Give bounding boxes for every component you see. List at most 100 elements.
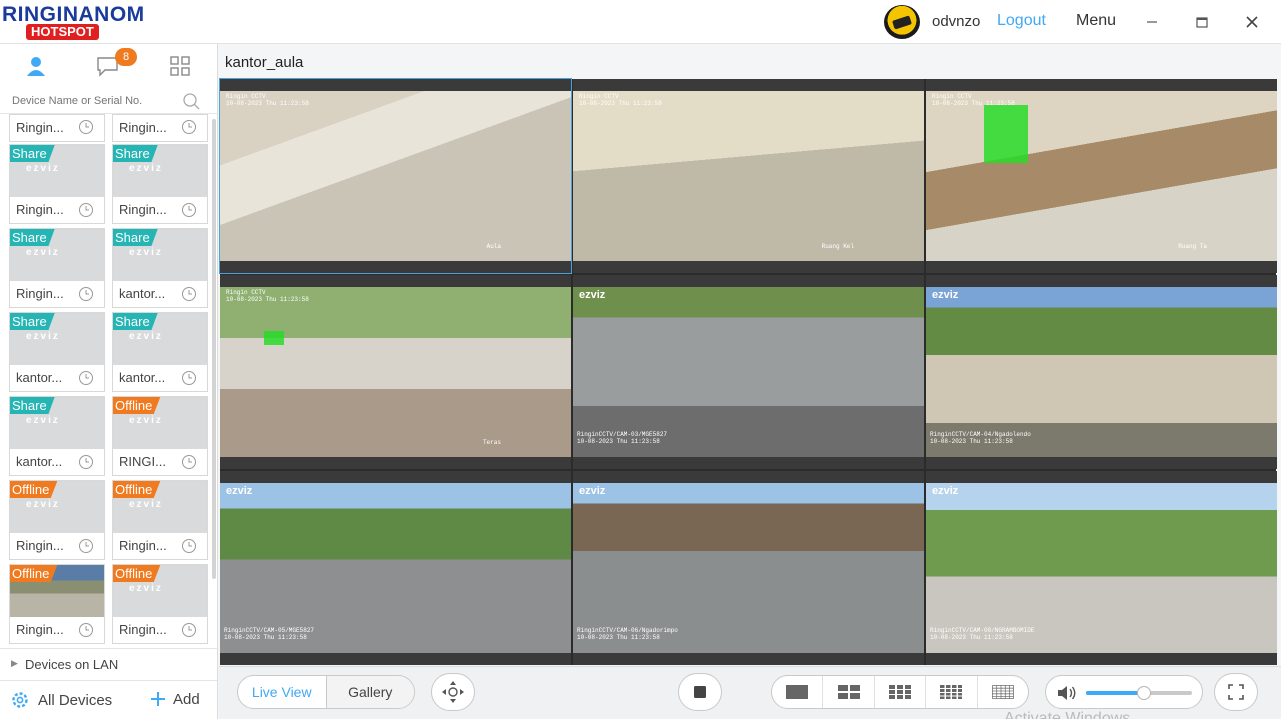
device-card[interactable]: ezviz Share kantor... xyxy=(9,396,105,476)
camera-tile[interactable]: Ringin CCTV 10-08-2023 Thu 11:23:58 Teras xyxy=(220,275,571,469)
playback-clock-icon[interactable] xyxy=(78,202,94,218)
camera-tile[interactable]: Ringin CCTV 10-08-2023 Thu 11:23:58 Aula xyxy=(219,78,572,274)
sidebar-tabs: 8 xyxy=(0,44,218,86)
username: odvnzo xyxy=(932,13,981,30)
stop-all-button[interactable] xyxy=(678,673,722,711)
device-thumbnail: Offline xyxy=(10,565,104,617)
camera-tile[interactable]: Ringin CCTV 10-08-2023 Thu 11:23:58 Ruang… xyxy=(926,79,1277,273)
device-card[interactable]: ezviz Share Ringin... xyxy=(112,144,208,224)
device-card[interactable]: ezviz Share kantor... xyxy=(112,312,208,392)
status-badge: Share xyxy=(113,145,158,162)
chevron-right-icon: ▶ xyxy=(11,658,18,668)
sidebar-footer: All Devices Add xyxy=(0,680,217,719)
search-icon[interactable] xyxy=(182,92,200,110)
menu-button[interactable]: Menu xyxy=(1076,12,1116,30)
add-device-button[interactable]: Add xyxy=(149,690,200,708)
camera-tile[interactable]: ezviz RinginCCTV/CAM-03/MGE5827 10-08-202… xyxy=(573,275,924,469)
playback-clock-icon[interactable] xyxy=(78,119,94,135)
camera-osd-label: RinginCCTV/CAM-05/MGE5827 10-08-2023 Thu… xyxy=(224,627,315,641)
device-card[interactable]: ezviz Share kantor... xyxy=(9,312,105,392)
tab-devices[interactable] xyxy=(16,52,56,80)
camera-osd-label: Ruang Kel xyxy=(821,243,854,250)
device-thumbnail: ezviz Offline xyxy=(10,481,104,533)
playback-clock-icon[interactable] xyxy=(181,286,197,302)
camera-osd-label: Teras xyxy=(482,439,501,446)
status-badge: Share xyxy=(10,397,55,414)
camera-tile[interactable]: ezviz RinginCCTV/CAM-05/MGE5827 10-08-202… xyxy=(220,471,571,665)
motion-detection-overlay xyxy=(264,331,284,345)
camera-tile[interactable]: ezviz RinginCCTV/CAM-04/Ngadolendo 10-08-… xyxy=(926,275,1277,469)
camera-osd-label: RinginCCTV/CAM-08/NGRAMBOMIDE 10-08-2023… xyxy=(930,627,1035,641)
volume-fill xyxy=(1086,691,1145,695)
speaker-icon[interactable] xyxy=(1056,684,1078,702)
playback-clock-icon[interactable] xyxy=(78,370,94,386)
status-badge: Share xyxy=(10,145,55,162)
playback-clock-icon[interactable] xyxy=(78,454,94,470)
grid-icon xyxy=(170,56,190,76)
sidebar: 8 Ringin...Ringin...ezvizShareRingin...e… xyxy=(0,44,218,719)
layout-5x5-button[interactable] xyxy=(978,676,1028,708)
ezviz-logo-watermark: ezviz xyxy=(26,415,60,426)
device-card[interactable]: ezviz Share Ringin... xyxy=(9,144,105,224)
all-devices-button[interactable]: All Devices xyxy=(10,690,112,710)
playback-clock-icon[interactable] xyxy=(78,538,94,554)
camera-osd-timestamp: Ringin CCTV 10-08-2023 Thu 11:23:58 xyxy=(579,93,662,107)
bottom-toolbar: Live View Gallery Activate Windows xyxy=(219,666,1281,719)
layout-3x3-button[interactable] xyxy=(875,676,927,708)
device-card[interactable]: ezviz Offline Ringin... xyxy=(112,564,208,644)
device-list-scrollbar[interactable] xyxy=(212,119,216,579)
camera-tile[interactable]: ezviz RinginCCTV/CAM-06/Ngadorimpo 10-08-… xyxy=(573,471,924,665)
layout-1x1-button[interactable] xyxy=(772,676,824,708)
volume-slider-handle[interactable] xyxy=(1137,686,1152,700)
camera-osd-label: Aula xyxy=(486,243,501,250)
playback-clock-icon[interactable] xyxy=(181,370,197,386)
device-card[interactable]: ezviz Offline Ringin... xyxy=(112,480,208,560)
playback-clock-icon[interactable] xyxy=(181,454,197,470)
playback-clock-icon[interactable] xyxy=(78,622,94,638)
volume-slider[interactable] xyxy=(1086,686,1192,700)
view-mode-switch: Live View Gallery xyxy=(237,675,415,709)
playback-clock-icon[interactable] xyxy=(181,538,197,554)
ezviz-logo-watermark: ezviz xyxy=(26,247,60,258)
layout-25-icon xyxy=(991,685,1014,699)
camera-tile[interactable]: Ringin CCTV 10-08-2023 Thu 11:23:58 Ruang… xyxy=(573,79,924,273)
minimize-button[interactable] xyxy=(1137,8,1167,36)
ezviz-logo-watermark: ezviz xyxy=(129,331,163,342)
device-thumbnail: ezviz Share xyxy=(113,145,207,197)
layout-4x4-button[interactable] xyxy=(926,676,978,708)
device-card[interactable]: ezviz Offline RINGI... xyxy=(112,396,208,476)
ezviz-logo: ezviz xyxy=(932,485,959,497)
live-view-button[interactable]: Live View xyxy=(238,676,327,708)
device-card[interactable]: Ringin... xyxy=(9,114,105,142)
device-thumbnail: ezviz Share xyxy=(10,145,104,197)
tab-grid[interactable] xyxy=(160,52,200,80)
stop-icon xyxy=(694,686,706,698)
maximize-button[interactable] xyxy=(1187,8,1217,36)
user-avatar[interactable] xyxy=(884,5,920,39)
playback-clock-icon[interactable] xyxy=(78,286,94,302)
ezviz-logo: ezviz xyxy=(932,289,959,301)
ezviz-logo-watermark: ezviz xyxy=(129,583,163,594)
device-card[interactable]: Offline Ringin... xyxy=(9,564,105,644)
layout-16-icon xyxy=(940,685,963,699)
fullscreen-button[interactable] xyxy=(1214,673,1258,711)
ptz-control-button[interactable] xyxy=(431,673,475,711)
devices-on-lan[interactable]: ▶ Devices on LAN xyxy=(0,648,217,678)
logo-line2: HOTSPOT xyxy=(26,24,99,40)
layout-2x2-button[interactable] xyxy=(823,676,875,708)
device-card[interactable]: ezviz Share kantor... xyxy=(112,228,208,308)
device-card[interactable]: ezviz Offline Ringin... xyxy=(9,480,105,560)
logout-link[interactable]: Logout xyxy=(997,12,1046,30)
device-card[interactable]: ezviz Share Ringin... xyxy=(9,228,105,308)
ezviz-logo: ezviz xyxy=(579,289,606,301)
playback-clock-icon[interactable] xyxy=(181,119,197,135)
close-button[interactable] xyxy=(1237,8,1267,36)
camera-tile[interactable]: ezviz RinginCCTV/CAM-08/NGRAMBOMIDE 10-08… xyxy=(926,471,1277,665)
devices-on-lan-label: Devices on LAN xyxy=(25,657,119,672)
device-card[interactable]: Ringin... xyxy=(112,114,208,142)
search-input[interactable] xyxy=(12,90,172,112)
gallery-button[interactable]: Gallery xyxy=(326,676,414,708)
main-panel: kantor_aula Ringin CCTV 10-08-2023 Thu 1… xyxy=(219,44,1281,719)
playback-clock-icon[interactable] xyxy=(181,622,197,638)
playback-clock-icon[interactable] xyxy=(181,202,197,218)
